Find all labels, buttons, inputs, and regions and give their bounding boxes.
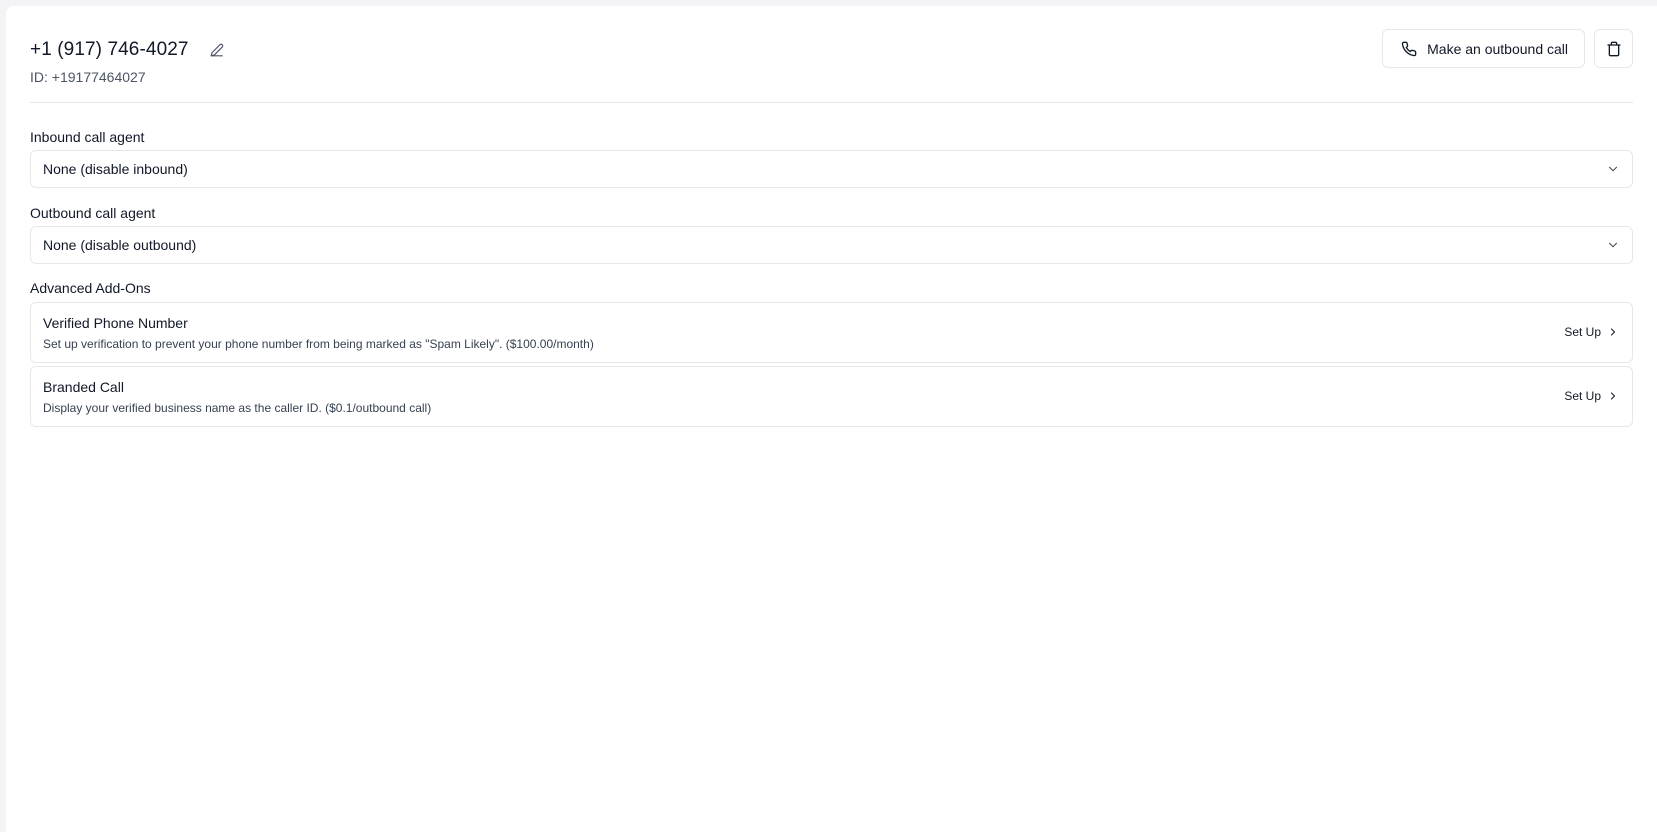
chevron-right-icon [1610,392,1616,400]
addon-branded-call[interactable]: Branded Call Display your verified busin… [30,366,1633,427]
detail-header: +1 (917) 746-4027 ID: +19177464027 Make … [30,6,1633,103]
setup-label: Set Up [1564,389,1601,403]
outbound-agent-label: Outbound call agent [30,205,156,221]
setup-verified-phone-button[interactable]: Set Up [1564,325,1619,339]
chevron-down-icon [1608,166,1618,172]
delete-number-button[interactable] [1594,29,1633,68]
inbound-agent-select[interactable]: None (disable inbound) [30,150,1633,188]
outbound-agent-select[interactable]: None (disable outbound) [30,226,1633,264]
inbound-agent-value: None (disable inbound) [43,161,188,177]
chevron-down-icon [1608,242,1618,248]
inbound-agent-label: Inbound call agent [30,129,145,145]
advanced-addons-label: Advanced Add-Ons [30,280,151,296]
phone-icon [1401,41,1417,56]
chevron-right-icon [1610,328,1616,336]
page-title: +1 (917) 746-4027 [30,39,189,60]
setup-label: Set Up [1564,325,1601,339]
trash-icon [1606,41,1621,56]
addon-title: Verified Phone Number [43,315,188,331]
addon-description: Set up verification to prevent your phon… [43,337,594,351]
pencil-icon [210,43,223,57]
addon-verified-phone-number[interactable]: Verified Phone Number Set up verificatio… [30,302,1633,363]
addon-title: Branded Call [43,379,124,395]
title-row: +1 (917) 746-4027 [30,39,227,61]
make-outbound-call-label: Make an outbound call [1427,40,1568,57]
edit-title-button[interactable] [207,40,227,60]
header-actions: Make an outbound call [1382,29,1633,68]
addon-description: Display your verified business name as t… [43,401,432,415]
setup-branded-call-button[interactable]: Set Up [1564,389,1619,403]
outbound-agent-value: None (disable outbound) [43,237,197,253]
phone-number-detail-panel: +1 (917) 746-4027 ID: +19177464027 Make … [6,6,1657,832]
phone-number-id: ID: +19177464027 [30,69,146,85]
make-outbound-call-button[interactable]: Make an outbound call [1382,29,1585,68]
